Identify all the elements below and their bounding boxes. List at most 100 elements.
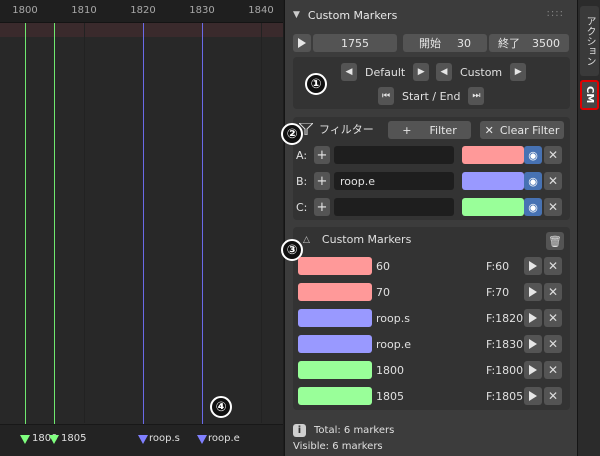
close-icon: ✕: [484, 123, 494, 137]
marker-list-title: Custom Markers: [321, 233, 412, 246]
info-icon: i: [293, 424, 306, 437]
visible-markers-text: Visible: 6 markers: [293, 441, 383, 452]
marker-frame: F:70: [486, 285, 510, 299]
remove-filter-button[interactable]: ✕: [544, 198, 562, 216]
jump-to-marker-button[interactable]: [524, 387, 542, 405]
add-filter-row-button[interactable]: +: [314, 146, 330, 164]
clear-filter-button[interactable]: ✕ Clear Filter: [480, 121, 564, 139]
add-filter-row-button[interactable]: +: [314, 172, 330, 190]
play-icon: [529, 339, 537, 349]
add-filter-row-button[interactable]: +: [314, 198, 330, 216]
marker-triangle-icon[interactable]: [20, 435, 30, 444]
marker-list-item: 60 F:60 ✕: [298, 257, 566, 275]
annotation-number: ④: [210, 396, 232, 418]
marker-name[interactable]: 70: [376, 286, 486, 299]
panel-header[interactable]: ▼ Custom Markers ::::: [285, 4, 578, 26]
play-icon: [298, 38, 306, 48]
jump-to-marker-button[interactable]: [524, 257, 542, 275]
marker-frame: F:1800: [486, 363, 524, 377]
grid-line: [261, 23, 262, 423]
filter-input[interactable]: [334, 198, 454, 216]
marker-label[interactable]: roop.e: [208, 433, 240, 444]
marker-triangle-icon[interactable]: [49, 435, 59, 444]
jump-to-marker-button[interactable]: [524, 335, 542, 353]
marker-line-1800: [25, 23, 26, 430]
filter-key: C:: [296, 200, 308, 214]
marker-color-swatch[interactable]: [298, 335, 372, 353]
next-default-button[interactable]: ▶: [413, 63, 430, 81]
eye-icon[interactable]: ◉: [524, 172, 542, 190]
start-frame-field[interactable]: 開始 30: [403, 34, 487, 52]
marker-label[interactable]: roop.s: [149, 433, 180, 444]
play-button[interactable]: [293, 34, 311, 52]
marker-color-swatch[interactable]: [298, 257, 372, 275]
marker-color-swatch[interactable]: [298, 361, 372, 379]
marker-triangle-icon[interactable]: [197, 435, 207, 444]
end-frame-label: 終了: [498, 37, 520, 50]
delete-marker-button[interactable]: ✕: [544, 387, 562, 405]
marker-frame: F:1820: [486, 311, 524, 325]
chevron-down-icon[interactable]: ▼: [293, 10, 300, 20]
filter-color-swatch[interactable]: [462, 198, 524, 216]
collapse-icon[interactable]: △: [303, 235, 310, 245]
trash-icon[interactable]: 🗑: [546, 232, 564, 250]
marker-frame: F:1830: [486, 337, 524, 351]
eye-icon[interactable]: ◉: [524, 146, 542, 164]
default-label: Default: [365, 65, 406, 79]
filter-row: C: + ◉ ✕: [296, 198, 562, 216]
filter-row: B: + roop.e ◉ ✕: [296, 172, 562, 190]
start-frame-label: 開始: [419, 37, 441, 50]
marker-color-swatch[interactable]: [298, 387, 372, 405]
drag-grip-icon[interactable]: ::::: [547, 8, 564, 19]
filter-input[interactable]: roop.e: [334, 172, 454, 190]
marker-color-swatch[interactable]: [298, 283, 372, 301]
delete-marker-button[interactable]: ✕: [544, 335, 562, 353]
custom-label: Custom: [460, 65, 503, 79]
add-filter-button[interactable]: + Filter: [388, 121, 471, 139]
start-end-label: Start / End: [402, 89, 461, 103]
delete-marker-button[interactable]: ✕: [544, 257, 562, 275]
marker-list-item: 1800 F:1800 ✕: [298, 361, 566, 379]
tab-action[interactable]: アクション: [580, 6, 599, 76]
jump-to-marker-button[interactable]: [524, 361, 542, 379]
marker-triangle-icon[interactable]: [138, 435, 148, 444]
grid-line: [84, 23, 85, 423]
custom-markers-panel: ▼ Custom Markers :::: 1755 開始 30 終了 3500…: [281, 0, 578, 456]
frame-ruler[interactable]: 1800 1810 1820 1830 1840: [0, 0, 283, 23]
filter-color-swatch[interactable]: [462, 146, 524, 164]
tab-cm[interactable]: CM: [580, 80, 599, 110]
marker-name[interactable]: roop.e: [376, 338, 486, 351]
marker-label[interactable]: 1805: [61, 433, 86, 444]
delete-marker-button[interactable]: ✕: [544, 309, 562, 327]
remove-filter-button[interactable]: ✕: [544, 146, 562, 164]
filter-color-swatch[interactable]: [462, 172, 524, 190]
clear-filter-label: Clear Filter: [499, 123, 560, 137]
jump-end-button[interactable]: ⏭: [468, 87, 485, 105]
jump-to-marker-button[interactable]: [524, 283, 542, 301]
marker-name[interactable]: 1805: [376, 390, 486, 403]
marker-color-swatch[interactable]: [298, 309, 372, 327]
ruler-tick: 1810: [71, 5, 97, 16]
marker-name[interactable]: 1800: [376, 364, 486, 377]
jump-to-marker-button[interactable]: [524, 309, 542, 327]
current-frame-field[interactable]: 1755: [313, 34, 397, 52]
remove-filter-button[interactable]: ✕: [544, 172, 562, 190]
eye-icon[interactable]: ◉: [524, 198, 542, 216]
marker-name[interactable]: roop.s: [376, 312, 486, 325]
prev-default-button[interactable]: ◀: [341, 63, 357, 81]
timeline-area[interactable]: 1800 1810 1820 1830 1840 1800 1805 roop.…: [0, 0, 283, 456]
marker-line-1805: [54, 23, 55, 430]
sidebar-tabs: アクション CM: [577, 0, 600, 456]
delete-marker-button[interactable]: ✕: [544, 283, 562, 301]
end-frame-value: 3500: [532, 36, 560, 50]
play-icon: [529, 287, 537, 297]
filter-input[interactable]: [334, 146, 454, 164]
marker-row[interactable]: 1800 1805 roop.s roop.e: [0, 424, 283, 456]
jump-start-button[interactable]: ⏮: [378, 87, 394, 105]
marker-list-box: ③ △ Custom Markers 🗑 60 F:60 ✕ 70 F:70 ✕ roop.…: [281, 227, 570, 410]
delete-marker-button[interactable]: ✕: [544, 361, 562, 379]
prev-custom-button[interactable]: ◀: [436, 63, 452, 81]
end-frame-field[interactable]: 終了 3500: [489, 34, 569, 52]
next-custom-button[interactable]: ▶: [510, 63, 527, 81]
marker-name[interactable]: 60: [376, 260, 486, 273]
